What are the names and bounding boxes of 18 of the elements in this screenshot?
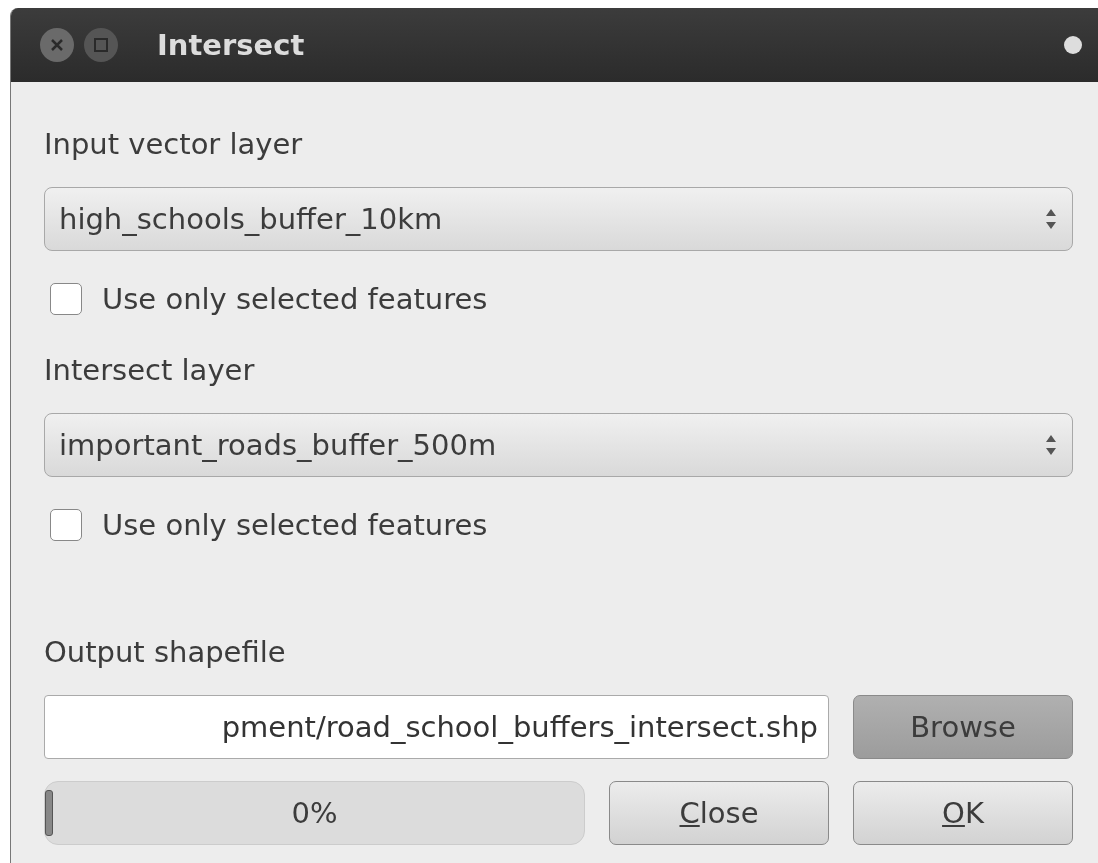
- progress-reading: 0%: [291, 796, 338, 830]
- layer-dropdown[interactable]: high_schools_buffer_10km: [44, 187, 1073, 251]
- checkbox-label: Use only selected features: [102, 508, 488, 542]
- layer-dropdown[interactable]: important_roads_buffer_500m: [44, 413, 1073, 477]
- dialog-button[interactable]: Close: [609, 781, 829, 845]
- checkbox-label: Use only selected features: [102, 282, 488, 316]
- browse-button[interactable]: Browse: [853, 695, 1073, 759]
- field-label: Intersect layer: [44, 353, 256, 387]
- window-title: Intersect: [157, 28, 306, 62]
- close-icon[interactable]: [39, 27, 75, 63]
- field-label: Input vector layer: [44, 127, 304, 161]
- checkbox[interactable]: [50, 283, 82, 315]
- dialog-button[interactable]: OK: [853, 781, 1073, 845]
- checkbox[interactable]: [50, 509, 82, 541]
- field-label: Output shapefile: [44, 635, 287, 669]
- maximize-icon[interactable]: [83, 27, 119, 63]
- output-path-field[interactable]: pment/road_school_buffers_intersect.shp: [44, 695, 829, 759]
- indicator-icon: [1061, 33, 1085, 57]
